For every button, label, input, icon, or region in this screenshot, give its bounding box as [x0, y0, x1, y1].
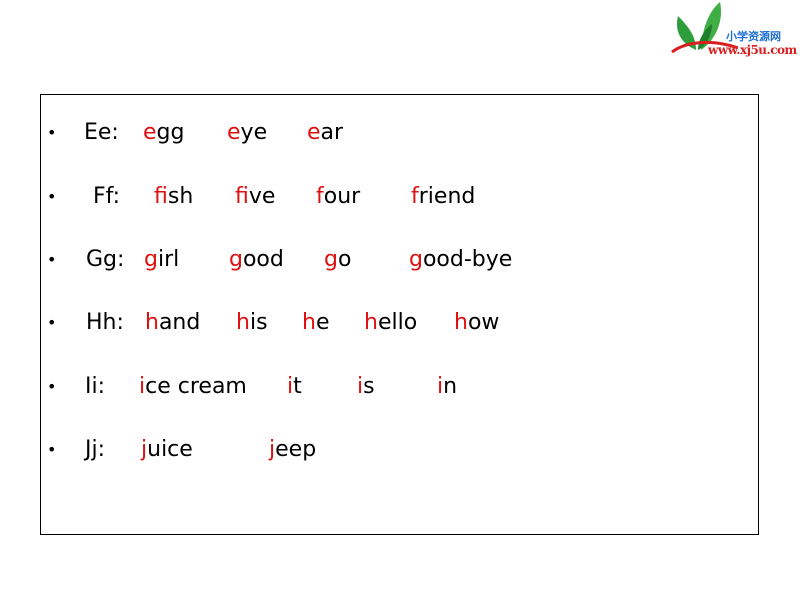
- word: juice: [141, 437, 193, 462]
- site-url: www.xj5u.com: [708, 43, 797, 57]
- word: five: [235, 184, 276, 209]
- site-logo: 小学资源网 www.xj5u.com: [668, 0, 800, 64]
- word: he: [302, 310, 330, 335]
- word: go: [324, 247, 352, 272]
- bullet: •: [47, 313, 57, 332]
- word: hand: [145, 310, 201, 335]
- word: eye: [227, 120, 268, 145]
- letter-label: Ee:: [84, 120, 119, 145]
- word: four: [316, 184, 361, 209]
- letter-label: Ii:: [85, 374, 106, 399]
- word: fish: [154, 184, 194, 209]
- word: his: [236, 310, 268, 335]
- letter-label: Ff:: [93, 184, 121, 209]
- bullet: •: [47, 377, 57, 396]
- letter-label: Jj:: [85, 437, 106, 462]
- bullet: •: [47, 250, 57, 269]
- word: ice cream: [139, 374, 247, 399]
- site-name-cn: 小学资源网: [726, 30, 781, 43]
- bullet: •: [47, 123, 57, 142]
- word: is: [357, 374, 375, 399]
- word: friend: [411, 184, 476, 209]
- word: egg: [143, 120, 185, 145]
- word: it: [287, 374, 302, 399]
- bullet: •: [47, 187, 57, 206]
- word: ear: [307, 120, 344, 145]
- word: how: [454, 310, 500, 335]
- word: in: [437, 374, 458, 399]
- word: jeep: [269, 437, 317, 462]
- word: girl: [144, 247, 180, 272]
- bullet: •: [47, 440, 57, 459]
- letter-label: Hh:: [86, 310, 124, 335]
- word: hello: [364, 310, 418, 335]
- vocabulary-box: • Ee: egg eye ear • Ff: fish five four f…: [40, 94, 759, 535]
- word: good-bye: [409, 247, 513, 272]
- word: good: [229, 247, 284, 272]
- letter-label: Gg:: [86, 247, 125, 272]
